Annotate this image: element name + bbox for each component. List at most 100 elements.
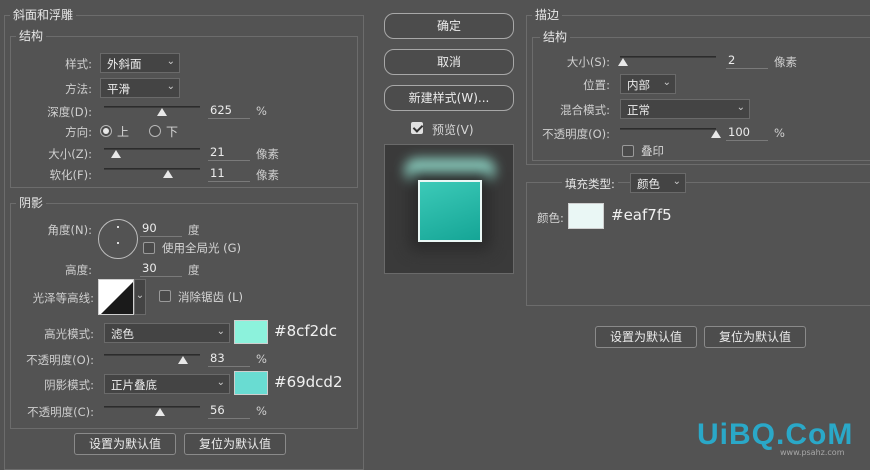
style-select[interactable]: 外斜面 ⌄ xyxy=(100,53,180,73)
direction-label: 方向: xyxy=(65,125,92,139)
direction-down-label: 下 xyxy=(166,125,179,139)
preview-checkbox[interactable] xyxy=(411,122,423,134)
soften-value[interactable]: 11 xyxy=(208,166,250,182)
stroke-blend-select[interactable]: 正常 ⌄ xyxy=(620,99,750,119)
bevel-reset-default-button[interactable]: 复位为默认值 xyxy=(184,433,286,455)
watermark-logo: UiBQ.CoM xyxy=(697,418,854,451)
shadow-opacity-label: 不透明度(C): xyxy=(27,405,94,419)
style-preview-thumbnail xyxy=(384,144,514,274)
anti-alias-checkbox[interactable] xyxy=(159,290,171,302)
anti-alias-label: 消除锯齿 (L) xyxy=(178,290,244,304)
angle-unit: 度 xyxy=(188,223,200,237)
shadow-mode-select[interactable]: 正片叠底 ⌄ xyxy=(104,374,230,394)
direction-down-radio[interactable] xyxy=(149,125,161,137)
chevron-down-icon: ⌄ xyxy=(662,77,671,88)
global-light-label: 使用全局光 (G) xyxy=(162,241,242,255)
method-select[interactable]: 平滑 ⌄ xyxy=(100,78,180,98)
global-light-checkbox[interactable] xyxy=(143,242,155,254)
direction-up-label: 上 xyxy=(117,125,130,139)
angle-dial-indicator xyxy=(117,226,119,228)
shadow-mode-value: 正片叠底 xyxy=(111,378,157,392)
watermark-url: www.psahz.com xyxy=(780,448,845,457)
size-unit: 像素 xyxy=(256,147,279,161)
chevron-down-icon: ⌄ xyxy=(216,326,225,337)
altitude-value[interactable]: 30 xyxy=(140,261,182,277)
depth-slider-thumb[interactable] xyxy=(157,108,167,116)
chevron-down-icon: ⌄ xyxy=(736,102,745,113)
stroke-opacity-value[interactable]: 100 xyxy=(726,125,768,141)
stroke-opacity-unit: % xyxy=(774,126,785,140)
fill-type-select[interactable]: 颜色 ⌄ xyxy=(630,173,686,193)
style-select-value: 外斜面 xyxy=(107,57,142,71)
overprint-checkbox[interactable] xyxy=(622,145,634,157)
stroke-reset-default-button[interactable]: 复位为默认值 xyxy=(704,326,806,348)
stroke-size-track[interactable] xyxy=(620,56,716,58)
stroke-blend-value: 正常 xyxy=(627,103,650,117)
stroke-opacity-label: 不透明度(O): xyxy=(542,127,610,141)
shading-title: 阴影 xyxy=(16,194,47,211)
angle-label: 角度(N): xyxy=(47,223,92,237)
highlight-mode-value: 滤色 xyxy=(111,327,134,341)
size-value[interactable]: 21 xyxy=(208,145,250,161)
direction-up-radio[interactable] xyxy=(100,125,112,137)
preview-glow xyxy=(405,159,495,181)
gloss-contour-picker[interactable] xyxy=(98,279,134,315)
chevron-down-icon: ⌄ xyxy=(216,377,225,388)
highlight-mode-select[interactable]: 滤色 ⌄ xyxy=(104,323,230,343)
ok-button[interactable]: 确定 xyxy=(384,13,514,39)
stroke-opacity-track[interactable] xyxy=(620,128,716,130)
angle-value[interactable]: 90 xyxy=(140,221,182,237)
stroke-color-swatch[interactable] xyxy=(568,203,604,229)
fill-type-label: 填充类型: xyxy=(562,176,618,192)
stroke-make-default-button[interactable]: 设置为默认值 xyxy=(595,326,697,348)
angle-dial-center-dot xyxy=(117,242,119,244)
soften-label: 软化(F): xyxy=(49,168,92,182)
cancel-button[interactable]: 取消 xyxy=(384,49,514,75)
stroke-size-thumb[interactable] xyxy=(618,58,628,66)
contour-curve-icon xyxy=(101,282,133,314)
stroke-color-hex: #eaf7f5 xyxy=(611,206,672,224)
chevron-down-icon: ⌄ xyxy=(672,176,681,187)
highlight-opacity-label: 不透明度(O): xyxy=(26,353,94,367)
stroke-structure-title: 结构 xyxy=(540,28,571,45)
stroke-size-unit: 像素 xyxy=(774,55,797,69)
shadow-mode-label: 阴影模式: xyxy=(44,378,94,392)
highlight-color-hex: #8cf2dc xyxy=(274,322,337,340)
altitude-label: 高度: xyxy=(65,263,92,277)
gloss-contour-dropdown[interactable]: ⌄ xyxy=(134,279,146,315)
depth-value[interactable]: 625 xyxy=(208,103,250,119)
highlight-color-swatch[interactable] xyxy=(234,320,268,344)
new-style-button[interactable]: 新建样式(W)... xyxy=(384,85,514,111)
gloss-contour-label: 光泽等高线: xyxy=(32,291,94,305)
angle-dial[interactable] xyxy=(98,219,138,259)
preview-label: 预览(V) xyxy=(432,123,474,137)
highlight-opacity-thumb[interactable] xyxy=(178,356,188,364)
shadow-opacity-thumb[interactable] xyxy=(155,408,165,416)
method-select-value: 平滑 xyxy=(107,82,130,96)
highlight-opacity-value[interactable]: 83 xyxy=(208,351,250,367)
soften-slider-thumb[interactable] xyxy=(163,170,173,178)
soften-slider-track[interactable] xyxy=(104,168,200,170)
highlight-mode-label: 高光模式: xyxy=(44,327,94,341)
depth-slider-track[interactable] xyxy=(104,106,200,108)
overprint-label: 叠印 xyxy=(641,144,664,158)
stroke-opacity-thumb[interactable] xyxy=(711,130,721,138)
shadow-opacity-unit: % xyxy=(256,404,267,418)
stroke-position-select[interactable]: 内部 ⌄ xyxy=(620,74,676,94)
stroke-position-label: 位置: xyxy=(583,78,610,92)
fill-type-value: 颜色 xyxy=(637,177,660,191)
shadow-opacity-value[interactable]: 56 xyxy=(208,403,250,419)
depth-label: 深度(D): xyxy=(47,105,92,119)
shadow-color-hex: #69dcd2 xyxy=(274,373,343,391)
stroke-size-label: 大小(S): xyxy=(566,55,610,69)
stroke-size-value[interactable]: 2 xyxy=(726,53,768,69)
shadow-color-swatch[interactable] xyxy=(234,371,268,395)
bevel-structure-title: 结构 xyxy=(16,27,47,44)
depth-unit: % xyxy=(256,104,267,118)
shadow-opacity-track[interactable] xyxy=(104,406,200,408)
chevron-down-icon: ⌄ xyxy=(166,81,175,92)
bevel-title: 斜面和浮雕 xyxy=(10,6,77,23)
bevel-make-default-button[interactable]: 设置为默认值 xyxy=(74,433,176,455)
size-slider-thumb[interactable] xyxy=(111,150,121,158)
chevron-down-icon: ⌄ xyxy=(135,290,145,301)
